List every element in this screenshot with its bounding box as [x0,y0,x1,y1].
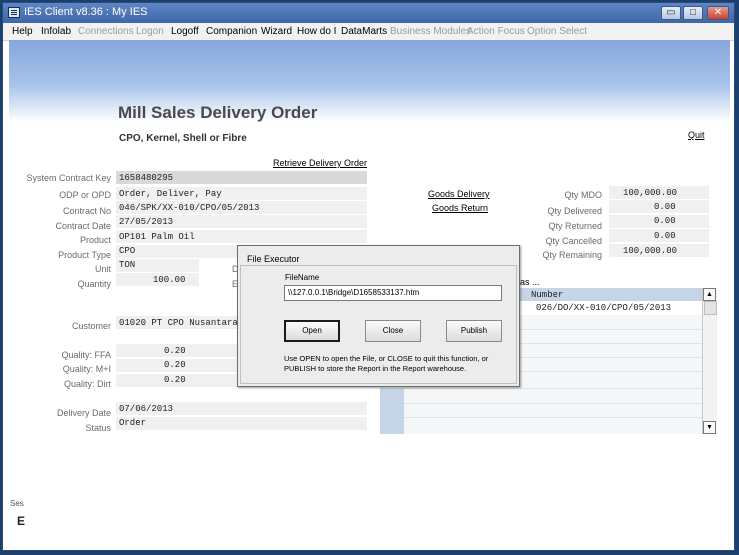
quality-dirt-label: Quality: Dirt [63,379,111,389]
quality-ffa-label: Quality: FFA [61,350,111,360]
status-field [116,417,367,430]
odp-or-opd-label: ODP or OPD [59,190,111,200]
system-contract-key-label: System Contract Key [26,173,111,183]
menu-business-modules: Business Modules [390,26,472,37]
menu-logoff[interactable]: Logoff [171,26,199,37]
quality-mi-value: 0.20 [164,360,186,370]
open-button[interactable]: Open [284,320,340,342]
status-value: Order [119,418,147,428]
qty-returned-value: 0.00 [654,216,676,226]
status-area: Ses E [3,496,734,550]
qty-cancelled-label: Qty Cancelled [545,236,602,246]
filename-label: FileName [285,273,320,282]
maximize-button[interactable]: □ [683,6,703,20]
status-label: Status [85,423,111,433]
customer-value: 01020 PT CPO Nusantara [119,318,238,328]
system-contract-key-value: 1658480295 [119,173,174,183]
goods-delivery-link[interactable]: Goods Delivery [428,189,490,199]
menu-logon: Logon [136,26,164,37]
app-window: IES Client v8.36 : My IES ▭ □ ✕ Help Inf… [2,2,735,551]
filename-input[interactable]: \\127.0.0.1\Bridge\D1658533137.htm [284,285,502,301]
quantity-label: Quantity [77,279,111,289]
grid-line [404,403,702,404]
delivery-date-value: 07/06/2013 [119,404,174,414]
unit-value: TON [119,260,136,270]
window-title: IES Client v8.36 : My IES [24,6,148,18]
customer-label: Customer [71,321,111,331]
qty-returned-label: Qty Returned [548,221,602,231]
contract-date-value: 27/05/2013 [119,217,174,227]
close-button[interactable]: Close [365,320,421,342]
grid-line [404,417,702,418]
menu-wizard[interactable]: Wizard [261,26,292,37]
contract-no-value: 046/SPK/XX-010/CPO/05/2013 [119,203,260,213]
deliveries-heading: as ... [520,277,540,287]
scroll-up-icon[interactable]: ▲ [703,288,716,301]
qty-delivered-label: Qty Delivered [547,206,602,216]
menu-connections: Connections [78,26,134,37]
file-executor-dialog: File Executor FileName \\127.0.0.1\Bridg… [237,245,520,387]
title-bar: IES Client v8.36 : My IES ▭ □ ✕ [3,3,734,23]
contract-date-label: Contract Date [55,221,111,231]
goods-return-link[interactable]: Goods Return [432,203,488,213]
deliveries-column-number: Number [531,290,564,300]
menu-datamarts[interactable]: DataMarts [341,26,387,37]
page-title: Mill Sales Delivery Order [118,103,318,122]
deliveries-scrollbar[interactable]: ▲ ▼ [702,288,717,434]
qty-delivered-value: 0.00 [654,202,676,212]
delivery-number-cell[interactable]: 026/DO/XX-010/CPO/05/2013 [536,303,671,313]
dialog-help-text: Use OPEN to open the File, or CLOSE to q… [284,354,489,373]
scroll-thumb[interactable] [704,301,717,315]
menu-action-focus: Action Focus [467,26,525,37]
odp-or-opd-value: Order, Deliver, Pay [119,189,222,199]
product-label: Product [79,235,111,245]
minimize-button[interactable]: ▭ [661,6,681,20]
quality-mi-label: Quality: M+I [62,364,111,374]
quality-dirt-value: 0.20 [164,375,186,385]
publish-button[interactable]: Publish [446,320,502,342]
menu-bar: Help Infolab Connections Logon Logoff Co… [3,23,734,41]
menu-option-select: Option Select [527,26,588,37]
menu-help[interactable]: Help [12,26,33,37]
dialog-title: File Executor [247,254,300,264]
qty-mdo-label: Qty MDO [564,190,603,200]
quality-ffa-value: 0.20 [164,346,186,356]
retrieve-delivery-order-link[interactable]: Retrieve Delivery Order [273,158,367,168]
status-label: Ses [10,499,24,508]
product-value: OP101 Palm Oil [119,232,195,242]
menu-how-do-i[interactable]: How do I [297,26,336,37]
qty-remaining-label: Qty Remaining [542,250,602,260]
close-window-button[interactable]: ✕ [707,6,729,20]
unit-label: Unit [94,264,111,274]
quantity-value: 100.00 [153,275,186,285]
qty-mdo-value: 100,000.00 [623,188,678,198]
menu-infolab[interactable]: Infolab [41,26,71,37]
app-icon [8,7,20,18]
grid-line [404,388,702,389]
product-type-value: CPO [119,246,136,256]
qty-cancelled-value: 0.00 [654,231,676,241]
menu-companion[interactable]: Companion [206,26,257,37]
scroll-down-icon[interactable]: ▼ [703,421,716,434]
delivery-date-label: Delivery Date [56,408,111,418]
status-glyph: E [17,514,26,528]
contract-no-label: Contract No [62,206,111,216]
product-type-label: Product Type [58,250,111,260]
quit-link[interactable]: Quit [688,130,705,140]
grid-side-strip [380,388,404,434]
qty-remaining-value: 100,000.00 [623,246,678,256]
page-subtitle: CPO, Kernel, Shell or Fibre [119,133,247,144]
